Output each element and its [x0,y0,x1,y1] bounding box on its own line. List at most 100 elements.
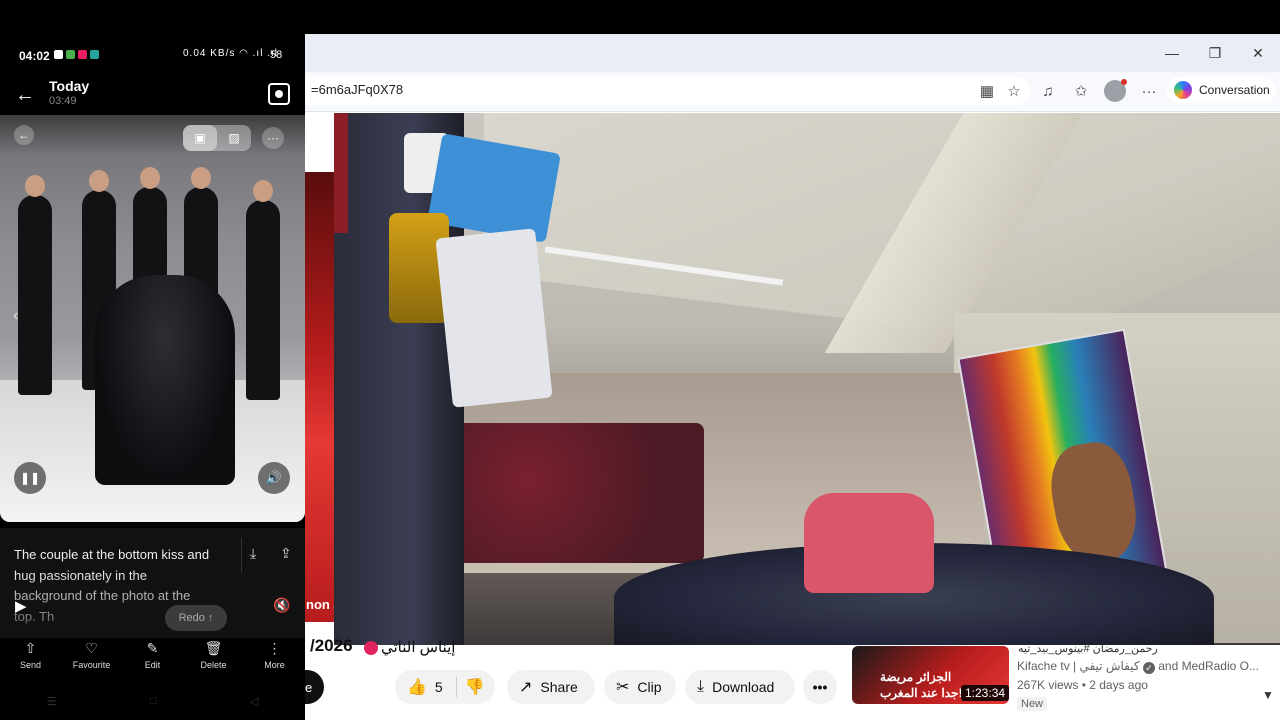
lens-scan-icon[interactable] [268,83,290,105]
recommended-channel[interactable]: Kifache tv | كيفاش تيفي ✓ and MedRadio O… [1017,659,1259,674]
send-label: Send [19,660,42,670]
video-door-edge [334,113,348,233]
video-cloth [435,228,553,408]
delete-label: Delete [200,660,227,670]
subscribe-label: e [305,679,313,695]
copilot-label: Conversation [1199,83,1270,97]
download-label: Download [712,679,775,695]
delete-button[interactable]: 🗑 Delete [183,640,244,680]
trash-icon: 🗑 [204,640,223,656]
minimize-icon: — [1165,45,1179,61]
video-title-fragment: /2026 [310,636,353,655]
video-pink-item [804,493,934,593]
pause-icon[interactable]: ❚❚ [14,462,46,494]
phone-action-toolbar: ⇧ Send ♡ Favourite ✎ Edit 🗑 Delete ⋮ Mor… [0,640,305,680]
media-person-head [140,167,160,189]
favourite-label: Favourite [72,660,111,670]
more-actions-button[interactable]: ••• [803,670,837,704]
more-icon[interactable]: ··· [1138,80,1160,102]
title-emoji-icon [364,641,378,655]
status-time: 04:02 [19,49,50,63]
notification-icon [54,50,63,59]
back-nav-icon[interactable]: ◁ [250,695,258,708]
caption-share-icon[interactable]: ⇪ [280,545,292,562]
browser-title-bar [305,34,1280,72]
caption-divider [241,538,242,572]
share-label: Share [540,679,578,695]
download-button[interactable]: ⤓ Download [685,670,795,704]
media-person-head [25,175,45,197]
more-label: More [264,660,285,670]
like-divider [456,677,457,697]
notification-dot [1121,79,1127,85]
video-player[interactable] [334,113,1280,645]
image-view-icon[interactable]: ▨ [217,125,251,151]
favourite-button[interactable]: ♡ Favourite [61,640,122,680]
notification-icon [78,50,87,59]
media-person-head [89,170,109,192]
video-title-arabic: إيناس الناتي [381,639,456,656]
more-vertical-icon: ⋮ [267,640,282,656]
restore-icon: ❐ [1208,44,1222,61]
thumbnail-duration: 1:23:34 [961,685,1010,701]
media-top-overlay [0,115,305,155]
media-person-head [191,167,211,189]
media-person [18,195,52,395]
recommended-meta: 267K views • 2 days ago [1017,678,1148,692]
send-icon: ⇧ [24,640,37,656]
recommended-title-fragment[interactable]: رحمن_رمضان #بينوس_بيد_تيه [1018,642,1158,655]
edit-icon: ✎ [146,640,159,656]
read-aloud-icon[interactable]: ♫ [1037,80,1059,102]
media-back-icon[interactable]: ← [14,125,34,145]
caption-play-icon[interactable]: ▶ [15,597,27,615]
share-icon: ↗ [519,679,533,696]
home-icon[interactable]: □ [150,695,157,707]
recents-icon[interactable]: ☰ [47,695,57,708]
phone-header-title: Today [49,78,90,94]
status-notification-icons [54,50,99,59]
previous-video-strip[interactable] [305,172,334,622]
edit-button[interactable]: ✎ Edit [122,640,183,680]
favorite-star-icon[interactable]: ☆ [1003,80,1025,102]
close-icon: ✕ [1252,44,1264,61]
volume-icon[interactable]: 🔊 [258,462,290,494]
video-view-icon[interactable]: ▣ [183,125,217,151]
video-bed [454,423,704,563]
copilot-button[interactable]: Conversation [1166,77,1276,103]
caption-mute-icon[interactable]: 🔇 [273,597,290,614]
thumbnail-text-line2: جدا عند المغرب! [880,686,962,700]
media-more-icon[interactable]: ··· [262,127,284,149]
media-view-toggle[interactable]: ▣ ▨ [183,125,251,151]
edit-label: Edit [144,660,161,670]
restore-button[interactable]: ❐ [1195,40,1235,66]
back-arrow-icon[interactable]: ← [15,84,35,107]
clip-label: Clip [637,679,662,695]
download-icon: ⤓ [697,678,705,695]
send-button[interactable]: ⇧ Send [0,640,61,680]
channel-name: Kifache tv | كيفاش تيفي [1017,659,1140,673]
media-couple [95,275,235,485]
notification-icon [90,50,99,59]
minimize-button[interactable]: — [1152,40,1192,66]
thumbs-down-icon[interactable]: 👎 [465,677,485,697]
heart-icon: ♡ [85,640,98,656]
battery-icon: 58 [270,49,283,61]
redo-button[interactable]: Redo ↑ [165,605,227,631]
address-bar[interactable] [305,77,1030,105]
share-button[interactable]: ↗ Share [507,670,595,704]
favorites-icon[interactable]: ✩ [1070,80,1092,102]
like-dislike-group: 👍 5 👎 [395,670,495,704]
thumbs-up-icon[interactable]: 👍 [407,677,427,697]
apps-icon[interactable]: ▦ [976,80,998,102]
caption-download-icon[interactable]: ⤓ [250,545,256,562]
recommended-more-icon[interactable]: ▼ [1262,688,1274,702]
new-badge: New [1017,697,1048,711]
close-window-button[interactable]: ✕ [1238,40,1278,66]
redo-label: Redo [178,612,205,624]
phone-media-viewer[interactable] [0,115,305,522]
previous-media-icon[interactable]: ‹ [13,307,18,325]
screen-top-bar [0,0,1280,34]
clip-button[interactable]: ✂ Clip [604,670,676,704]
thumbnail-text-line1: الجزائر مريضة [880,670,952,684]
more-button[interactable]: ⋮ More [244,640,305,680]
